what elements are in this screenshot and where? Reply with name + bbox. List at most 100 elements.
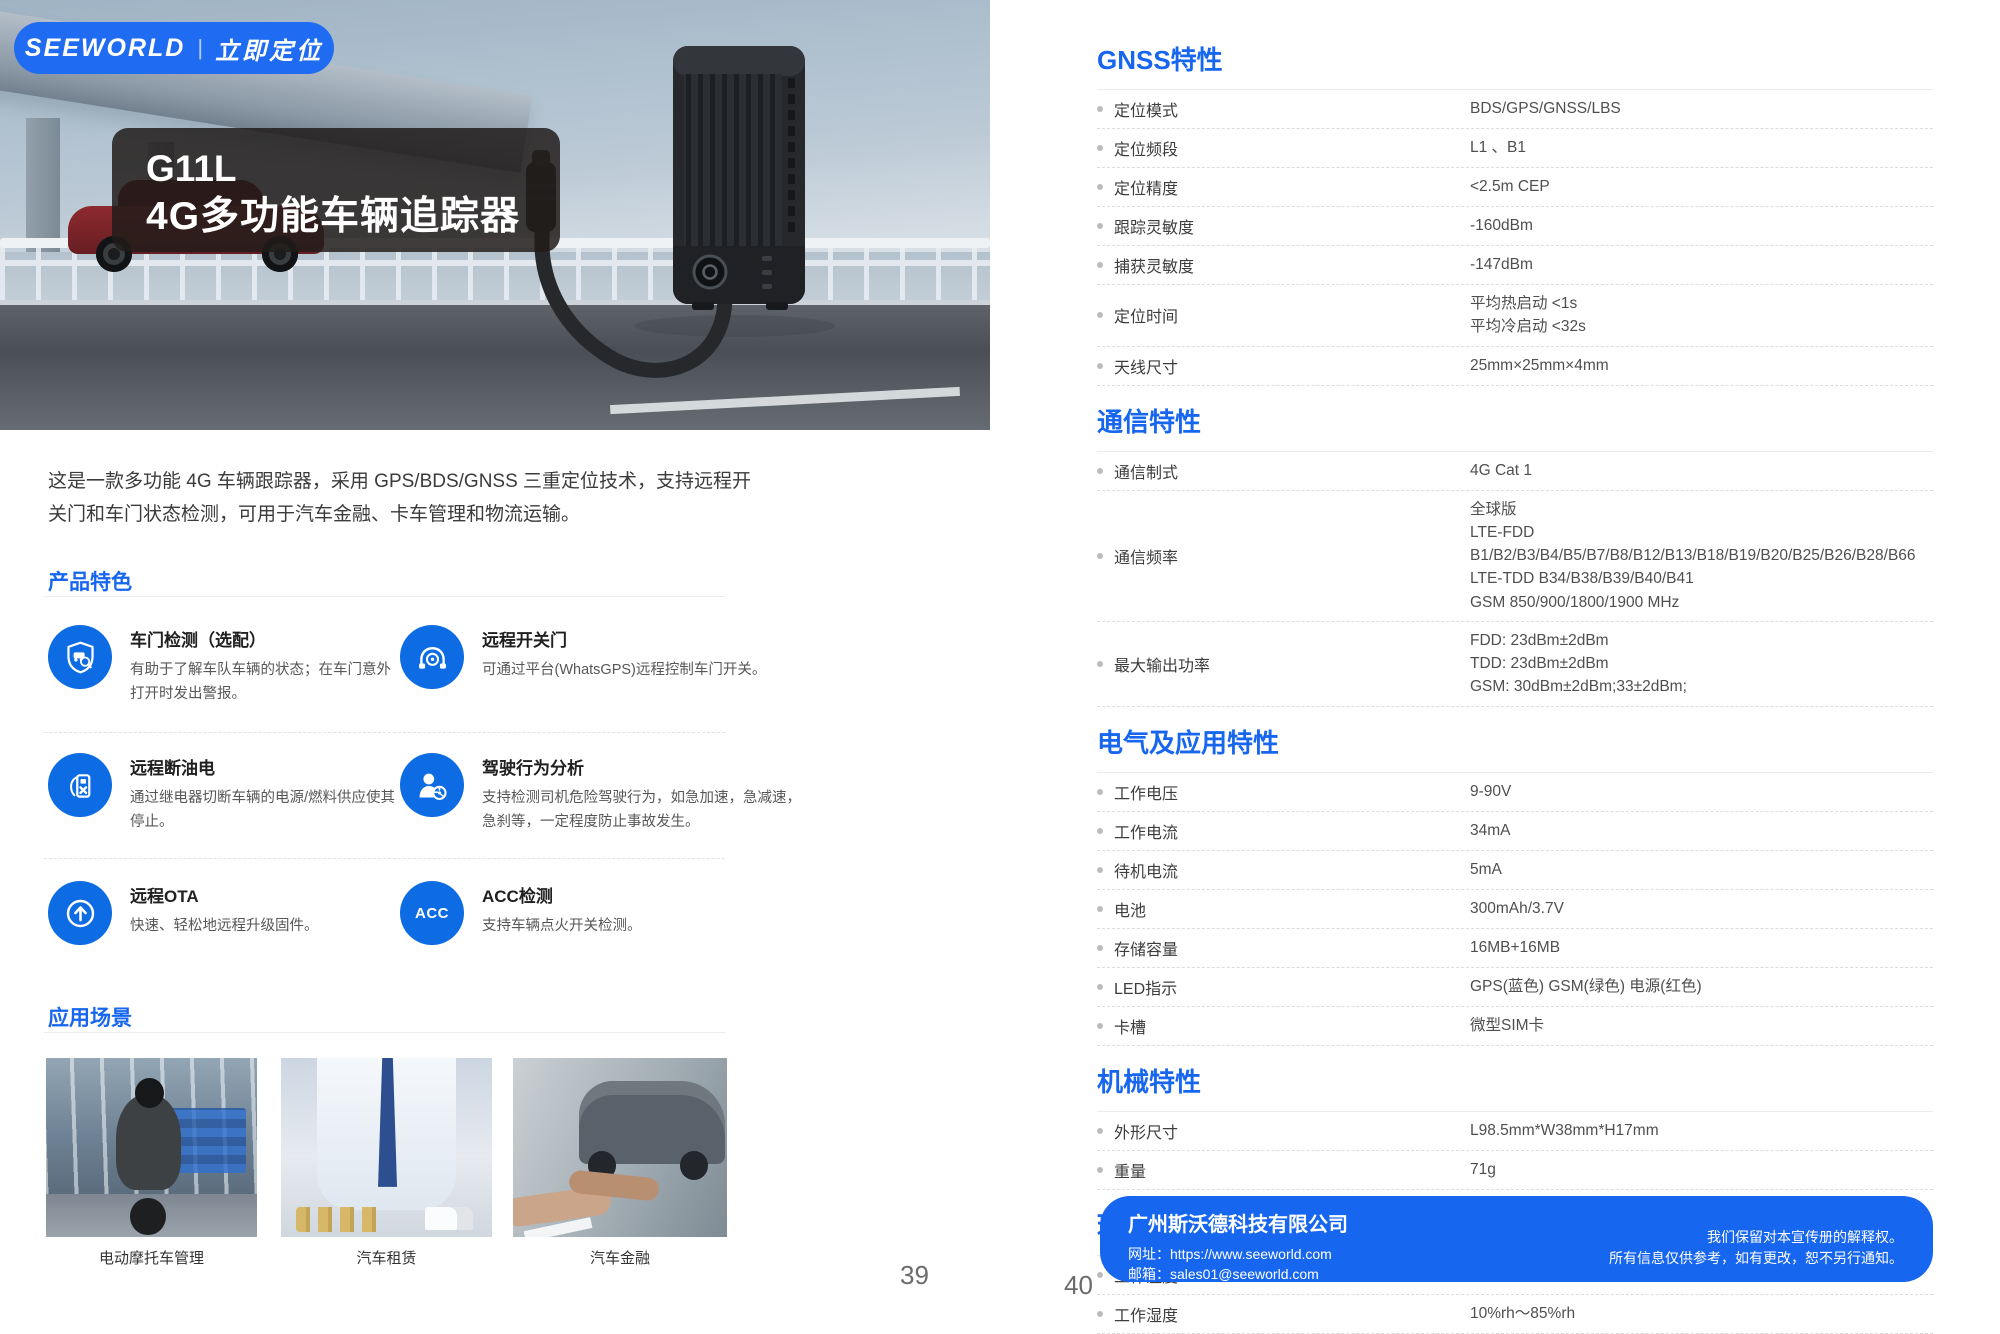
application-photo-3 bbox=[513, 1058, 727, 1237]
feature-title: ACC检测 bbox=[482, 878, 642, 907]
spec-row: 跟踪灵敏度-160dBm bbox=[1097, 207, 1933, 246]
feature-item: 远程OTA快速、轻松地远程升级固件。 bbox=[48, 878, 400, 1006]
spec-label-text: 定位精度 bbox=[1114, 175, 1178, 199]
spec-value: 300mAh/3.7V bbox=[1470, 897, 1564, 920]
spec-label: 存储容量 bbox=[1097, 936, 1470, 960]
spec-row: 通信频率全球版LTE-FDD B1/B2/B3/B4/B5/B7/B8/B12/… bbox=[1097, 491, 1933, 622]
product-name: 4G多功能车辆追踪器 bbox=[146, 192, 560, 243]
spec-value-line: 平均热启动 <1s bbox=[1470, 292, 1586, 315]
website-link[interactable]: https://www.seeworld.com bbox=[1170, 1246, 1332, 1262]
spec-label: 捕获灵敏度 bbox=[1097, 253, 1470, 277]
bullet-dot-icon bbox=[1097, 867, 1103, 873]
spec-value: 25mm×25mm×4mm bbox=[1470, 354, 1609, 377]
spec-label-text: 工作电压 bbox=[1114, 780, 1178, 804]
feature-text: 远程断油电通过继电器切断车辆的电源/燃料供应使其停止。 bbox=[130, 750, 400, 835]
spec-label-text: 电池 bbox=[1114, 897, 1146, 921]
bullet-dot-icon bbox=[1097, 984, 1103, 990]
spec-label: 通信频率 bbox=[1097, 544, 1470, 568]
bullet-dot-icon bbox=[1097, 1023, 1103, 1029]
bullet-dot-icon bbox=[1097, 553, 1103, 559]
spec-row: 待机电流5mA bbox=[1097, 851, 1933, 890]
spec-row: 定位模式BDS/GPS/GNSS/LBS bbox=[1097, 90, 1933, 129]
spec-row: 存储容量16MB+16MB bbox=[1097, 929, 1933, 968]
email-line: 邮箱：sales01@seeworld.com bbox=[1128, 1264, 1348, 1284]
spec-value-line: -160dBm bbox=[1470, 214, 1533, 237]
bullet-dot-icon bbox=[1097, 789, 1103, 795]
acc-icon-text: ACC bbox=[415, 905, 449, 922]
website-line: 网址：https://www.seeworld.com bbox=[1128, 1244, 1348, 1264]
email-label: 邮箱： bbox=[1128, 1266, 1170, 1282]
application-photo-2 bbox=[281, 1058, 492, 1237]
spec-value-line: 平均冷启动 <32s bbox=[1470, 315, 1586, 338]
brand-logo-separator: | bbox=[197, 35, 203, 61]
spec-label: 外形尺寸 bbox=[1097, 1119, 1470, 1143]
bullet-dot-icon bbox=[1097, 468, 1103, 474]
spec-section-title: 通信特性 bbox=[1097, 398, 1933, 452]
spec-label-text: 通信制式 bbox=[1114, 459, 1178, 483]
email-link[interactable]: sales01@seeworld.com bbox=[1170, 1266, 1319, 1282]
application-item: 汽车金融 bbox=[513, 1058, 727, 1268]
spec-value: FDD: 23dBm±2dBmTDD: 23dBm±2dBmGSM: 30dBm… bbox=[1470, 629, 1687, 699]
spec-section: 通信特性通信制式4G Cat 1通信频率全球版LTE-FDD B1/B2/B3/… bbox=[1097, 398, 1933, 707]
spec-value-line: GPS(蓝色) GSM(绿色) 电源(红色) bbox=[1470, 975, 1702, 998]
feature-title: 远程开关门 bbox=[482, 622, 766, 651]
website-label: 网址： bbox=[1128, 1246, 1170, 1262]
application-caption: 电动摩托车管理 bbox=[46, 1247, 257, 1268]
spec-value: 10%rh～85%rh bbox=[1470, 1302, 1575, 1325]
brand-logo-tagline: 立即定位 bbox=[215, 31, 323, 66]
spec-label: 工作电流 bbox=[1097, 819, 1470, 843]
spec-value: L1 、B1 bbox=[1470, 136, 1526, 159]
spec-label: LED指示 bbox=[1097, 975, 1470, 999]
spec-section: 机械特性外形尺寸L98.5mm*W38mm*H17mm重量71g bbox=[1097, 1058, 1933, 1190]
brochure-spread: SEEWORLD | 立即定位 G11L 4G多功能车辆追踪器 bbox=[0, 0, 2000, 1334]
spec-value: GPS(蓝色) GSM(绿色) 电源(红色) bbox=[1470, 975, 1702, 998]
spec-label-text: 捕获灵敏度 bbox=[1114, 253, 1194, 277]
spec-row: 通信制式4G Cat 1 bbox=[1097, 452, 1933, 491]
divider bbox=[44, 732, 725, 733]
spec-value-line: L98.5mm*W38mm*H17mm bbox=[1470, 1119, 1659, 1142]
spec-value: -160dBm bbox=[1470, 214, 1533, 237]
spec-label-text: 最大输出功率 bbox=[1114, 652, 1210, 676]
spec-value-line: 71g bbox=[1470, 1158, 1496, 1181]
product-model: G11L bbox=[146, 146, 560, 192]
spec-value-line: 9-90V bbox=[1470, 780, 1511, 803]
spec-value: -147dBm bbox=[1470, 253, 1533, 276]
feature-text: 驾驶行为分析支持检测司机危险驾驶行为，如急加速，急减速，急刹等，一定程度防止事故… bbox=[482, 750, 808, 835]
spec-row: 外形尺寸L98.5mm*W38mm*H17mm bbox=[1097, 1112, 1933, 1151]
spec-label: 待机电流 bbox=[1097, 858, 1470, 882]
feature-item: 远程开关门可通过平台(WhatsGPS)远程控制车门开关。 bbox=[400, 622, 808, 750]
spec-value: 微型SIM卡 bbox=[1470, 1014, 1544, 1037]
acc-icon: ACC bbox=[400, 881, 464, 945]
spec-value: 9-90V bbox=[1470, 780, 1511, 803]
application-item: 汽车租赁 bbox=[281, 1058, 492, 1268]
spec-label-text: 待机电流 bbox=[1114, 858, 1178, 882]
spec-label: 定位频段 bbox=[1097, 136, 1470, 160]
bullet-dot-icon bbox=[1097, 145, 1103, 151]
bullet-dot-icon bbox=[1097, 106, 1103, 112]
spec-label: 定位模式 bbox=[1097, 97, 1470, 121]
spec-value-line: L1 、B1 bbox=[1470, 136, 1526, 159]
spec-label: 工作电压 bbox=[1097, 780, 1470, 804]
spec-label-text: 定位频段 bbox=[1114, 136, 1178, 160]
bullet-dot-icon bbox=[1097, 1167, 1103, 1173]
bullet-dot-icon bbox=[1097, 262, 1103, 268]
spec-value-line: 25mm×25mm×4mm bbox=[1470, 354, 1609, 377]
feature-text: ACC检测支持车辆点火开关检测。 bbox=[482, 878, 642, 939]
spec-label-text: 通信频率 bbox=[1114, 544, 1178, 568]
spec-label: 定位精度 bbox=[1097, 175, 1470, 199]
company-name: 广州斯沃德科技有限公司 bbox=[1128, 1208, 1348, 1237]
disclaimer-line: 我们保留对本宣传册的解释权。 bbox=[1609, 1227, 1903, 1247]
feature-text: 远程开关门可通过平台(WhatsGPS)远程控制车门开关。 bbox=[482, 622, 766, 683]
spec-value-line: 全球版 bbox=[1470, 498, 1933, 521]
spec-value-line: TDD: 23dBm±2dBm bbox=[1470, 652, 1687, 675]
product-title-overlay: G11L 4G多功能车辆追踪器 bbox=[112, 128, 560, 252]
feature-description: 快速、轻松地远程升级固件。 bbox=[130, 915, 319, 939]
application-caption: 汽车金融 bbox=[513, 1247, 727, 1268]
driving-behavior-icon bbox=[400, 753, 464, 817]
spec-section-title: 电气及应用特性 bbox=[1097, 719, 1933, 773]
footer-contact-block: 广州斯沃德科技有限公司 网址：https://www.seeworld.com … bbox=[1128, 1208, 1348, 1270]
spec-value-line: LTE-TDD B34/B38/B39/B40/B41 bbox=[1470, 567, 1933, 590]
bullet-dot-icon bbox=[1097, 184, 1103, 190]
divider bbox=[44, 596, 725, 597]
divider bbox=[44, 1032, 725, 1033]
